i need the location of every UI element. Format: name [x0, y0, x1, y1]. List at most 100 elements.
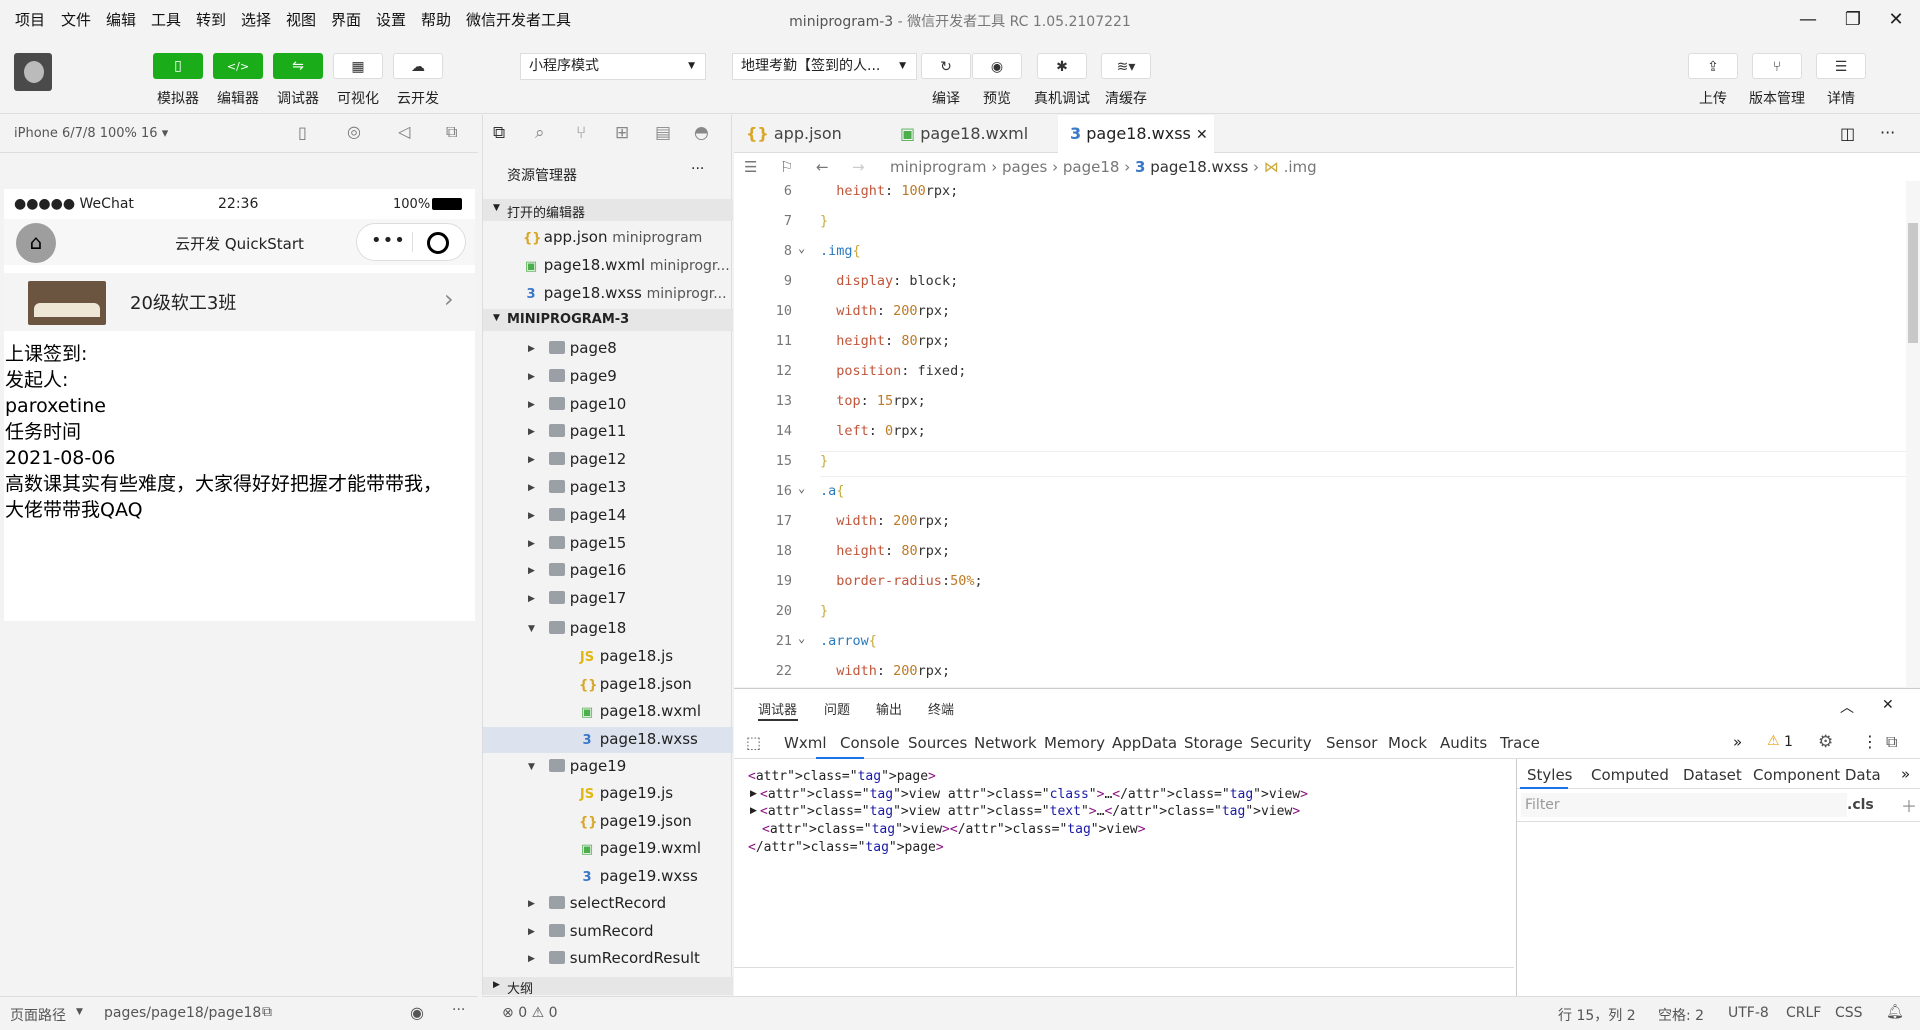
code-editor[interactable]: 6 height: 100rpx; 7} 8 ⌄ .img{9 display: blo…: [734, 181, 1920, 687]
folder-page16[interactable]: page16: [549, 561, 626, 579]
devtools-tab-sources[interactable]: Sources: [908, 734, 967, 752]
phone-icon[interactable]: ▯: [298, 123, 307, 142]
editor-button[interactable]: </>: [213, 53, 263, 79]
devtools-tab-audits[interactable]: Audits: [1440, 734, 1487, 752]
open-file-page18-wxml[interactable]: ▣ page18.wxml miniprogr...: [523, 256, 730, 274]
file-page19-js[interactable]: JS page19.js: [579, 784, 673, 802]
compile-button[interactable]: ↻: [921, 53, 971, 79]
git-icon[interactable]: ⑂: [576, 123, 586, 143]
visual-button[interactable]: ▦: [333, 53, 383, 79]
cursor-position[interactable]: 行 15，列 2: [1558, 1005, 1636, 1025]
fold-icon[interactable]: ⌄: [798, 241, 805, 255]
more-icon[interactable]: ···: [691, 161, 704, 177]
wxml-node[interactable]: <attr">class="tag">view attr">class="tex…: [760, 804, 1300, 819]
extensions-icon[interactable]: ⊞: [615, 123, 629, 143]
folder-page17[interactable]: page17: [549, 589, 626, 607]
folder-sumRecordResult[interactable]: sumRecordResult: [549, 949, 700, 967]
folder-page14[interactable]: page14: [549, 506, 626, 524]
back-icon[interactable]: ←: [816, 153, 829, 181]
wxml-node[interactable]: <attr">class="tag">page>: [748, 769, 936, 784]
files-icon[interactable]: ⧉: [493, 123, 505, 143]
restore-icon[interactable]: ❐: [1838, 6, 1868, 34]
styles-tab-component-data[interactable]: Component Data: [1753, 766, 1881, 784]
fold-icon[interactable]: ⌄: [798, 631, 805, 645]
file-page18-wxml[interactable]: ▣ page18.wxml: [579, 702, 701, 720]
details-button[interactable]: ☰: [1816, 53, 1866, 79]
dbg-tab-output[interactable]: 输出: [876, 699, 902, 718]
warning-icon[interactable]: ⚠: [1767, 733, 1780, 749]
debugger-button[interactable]: ⇋: [273, 53, 323, 79]
devtools-tab-mock[interactable]: Mock: [1388, 734, 1427, 752]
add-rule-icon[interactable]: ＋: [1901, 793, 1917, 817]
wxml-tree[interactable]: <attr">class="tag">page> ▶ <attr">class="t…: [734, 759, 1514, 997]
minimize-icon[interactable]: —: [1793, 6, 1823, 34]
mode-select[interactable]: 小程序模式 ▼: [520, 53, 706, 80]
file-page19-wxml[interactable]: ▣ page19.wxml: [579, 839, 701, 857]
device-select[interactable]: iPhone 6/7/8 100% 16 ▾: [14, 126, 168, 141]
folder-selectRecord[interactable]: selectRecord: [549, 894, 666, 912]
more-icon[interactable]: ···: [452, 1002, 465, 1018]
file-page19-json[interactable]: {} page19.json: [579, 812, 692, 830]
record-icon[interactable]: ◎: [347, 122, 361, 141]
fold-icon[interactable]: ⌄: [798, 481, 805, 495]
folder-sumRecord[interactable]: sumRecord: [549, 922, 654, 940]
devtools-tab-appdata[interactable]: AppData: [1112, 734, 1177, 752]
styles-tab-styles[interactable]: Styles: [1527, 766, 1573, 784]
cls-toggle[interactable]: .cls: [1847, 797, 1874, 813]
preview-button[interactable]: ◉: [972, 53, 1022, 79]
devtools-tab-storage[interactable]: Storage: [1184, 734, 1243, 752]
search-icon[interactable]: ⌕: [535, 123, 545, 143]
devtools-tab-security[interactable]: Security: [1250, 734, 1312, 752]
eye-icon[interactable]: ◉: [410, 1003, 424, 1022]
chevron-up-icon[interactable]: ︿: [1840, 697, 1854, 717]
cloud-button[interactable]: ☁: [393, 53, 443, 79]
file-page18-js[interactable]: JS page18.js: [579, 647, 673, 665]
simulator-button[interactable]: ▯: [153, 53, 203, 79]
folder-page19[interactable]: page19: [549, 757, 626, 775]
popout-icon[interactable]: ⧉: [446, 122, 457, 142]
gear-icon[interactable]: ⚙: [1818, 732, 1833, 752]
open-file-app-json[interactable]: {} app.json miniprogram: [523, 228, 702, 246]
filter-input[interactable]: Filter: [1521, 793, 1847, 817]
file-page18-wxss[interactable]: 3 page18.wxss: [579, 730, 697, 748]
crumb-miniprogram[interactable]: miniprogram › pages › page18 › 3 page18.…: [890, 153, 1317, 181]
list-icon[interactable]: ☰: [744, 153, 757, 181]
open-editors-header[interactable]: ▼ 打开的编辑器: [483, 199, 733, 221]
editor-scrollbar[interactable]: [1906, 181, 1920, 687]
more-tabs-icon[interactable]: »: [1901, 765, 1910, 783]
avatar[interactable]: [14, 53, 52, 91]
wxml-node[interactable]: <attr">class="tag">view></attr">class="t…: [762, 822, 1146, 837]
folder-page10[interactable]: page10: [549, 395, 626, 413]
dbg-tab-terminal[interactable]: 终端: [928, 699, 954, 718]
close-panel-icon[interactable]: ✕: [1882, 697, 1894, 713]
more-tabs-icon[interactable]: »: [1733, 733, 1742, 751]
expand-icon[interactable]: ▶: [750, 789, 757, 799]
project-header[interactable]: ▼ MINIPROGRAM-3: [483, 309, 733, 331]
styles-tab-computed[interactable]: Computed: [1591, 766, 1669, 784]
kebab-icon[interactable]: ⋮: [1862, 732, 1878, 751]
volume-icon[interactable]: ◁: [398, 122, 410, 141]
bookmark-icon[interactable]: ⚐: [780, 153, 793, 181]
dock-icon[interactable]: ⧉: [1886, 732, 1897, 752]
docker-icon[interactable]: ◓: [694, 123, 709, 143]
tab-page18-wxss[interactable]: 3 page18.wxss ✕: [1058, 115, 1214, 153]
split-editor-icon[interactable]: ◫: [1840, 124, 1855, 143]
remote-debug-button[interactable]: ✱: [1037, 53, 1087, 79]
capsule-button[interactable]: •••: [356, 223, 466, 261]
wxml-node[interactable]: <attr">class="tag">view attr">class="cla…: [760, 787, 1308, 802]
devtools-tab-trace[interactable]: Trace: [1500, 734, 1540, 752]
folder-page9[interactable]: page9: [549, 367, 617, 385]
expand-icon[interactable]: ▶: [750, 806, 757, 816]
devtools-tab-sensor[interactable]: Sensor: [1326, 734, 1377, 752]
dbg-tab-problems[interactable]: 问题: [824, 699, 850, 718]
wxml-node[interactable]: </attr">class="tag">page>: [748, 840, 944, 855]
folder-page18[interactable]: page18: [549, 619, 626, 637]
page-path-label[interactable]: 页面路径: [10, 1005, 66, 1025]
close-tab-icon[interactable]: ✕: [1196, 127, 1208, 143]
line-ending[interactable]: CRLF: [1786, 1005, 1821, 1021]
forward-icon[interactable]: →: [852, 153, 865, 181]
devtools-tab-wxml[interactable]: Wxml: [784, 734, 827, 752]
indent-spaces[interactable]: 空格: 2: [1658, 1005, 1704, 1025]
devtools-tab-memory[interactable]: Memory: [1044, 734, 1105, 752]
devtools-tab-network[interactable]: Network: [974, 734, 1037, 752]
